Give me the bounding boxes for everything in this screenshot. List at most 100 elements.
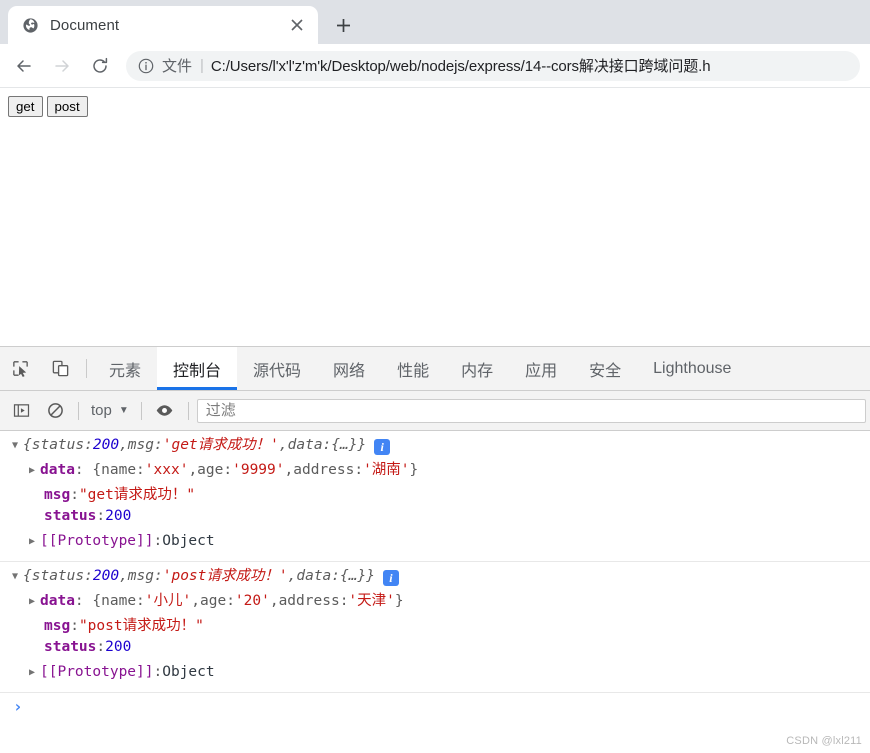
console-token: "post请求成功！" bbox=[78, 618, 204, 634]
filter-input[interactable] bbox=[196, 398, 866, 423]
console-object-header[interactable]: {status: 200, msg: 'get请求成功！', data: {…}… bbox=[0, 433, 870, 458]
browser-tab[interactable]: Document bbox=[8, 6, 318, 44]
url-separator: | bbox=[200, 57, 204, 74]
console-token: : bbox=[154, 437, 163, 453]
tab-elements[interactable]: 元素 bbox=[93, 347, 157, 390]
console-token: '小儿' bbox=[144, 593, 192, 609]
console-token: : bbox=[331, 568, 341, 584]
console-token: : bbox=[223, 462, 233, 478]
url-text: C:/Users/l'x'l'z'm'k/Desktop/web/nodejs/… bbox=[210, 58, 711, 75]
console-property-row[interactable]: [[Prototype]]: Object bbox=[0, 664, 870, 689]
disclosure-triangle-open-icon[interactable] bbox=[12, 441, 23, 451]
address-bar[interactable]: 文件 | C:/Users/l'x'l'z'm'k/Desktop/web/no… bbox=[126, 50, 860, 81]
page-viewport: get post bbox=[0, 88, 870, 346]
reload-button[interactable] bbox=[84, 50, 116, 82]
forward-button[interactable] bbox=[46, 50, 78, 82]
console-token: : bbox=[226, 593, 235, 609]
live-expression-icon[interactable] bbox=[148, 397, 182, 425]
console-token: , bbox=[278, 437, 288, 453]
tab-console[interactable]: 控制台 bbox=[157, 347, 238, 390]
disclosure-triangle-closed-icon[interactable] bbox=[29, 537, 40, 547]
console-property-row[interactable]: status: 200 bbox=[0, 508, 870, 533]
console-token: 200 bbox=[92, 437, 120, 453]
new-tab-button[interactable] bbox=[326, 8, 360, 42]
console-property-row[interactable]: status: 200 bbox=[0, 639, 870, 664]
console-output[interactable]: { status: 200, msg: 'get请求成功！', data: {…}… bbox=[0, 431, 870, 753]
context-label: top bbox=[91, 402, 112, 419]
disclosure-triangle-open-icon[interactable] bbox=[12, 572, 23, 582]
console-token: '20' bbox=[234, 593, 270, 609]
globe-icon bbox=[23, 17, 38, 33]
console-token: msg bbox=[127, 437, 154, 453]
console-token: [[Prototype]] bbox=[40, 664, 154, 680]
console-token: : bbox=[154, 568, 163, 584]
toolbar-divider bbox=[78, 401, 79, 420]
chevron-down-icon: ▼ bbox=[118, 405, 129, 416]
console-token: '天津' bbox=[348, 593, 395, 609]
console-token: status bbox=[31, 437, 85, 453]
console-token: : bbox=[136, 462, 145, 478]
console-token: } bbox=[394, 593, 404, 609]
console-token: : bbox=[339, 593, 349, 609]
console-token: { bbox=[23, 568, 32, 584]
console-token: status bbox=[44, 508, 97, 524]
console-message[interactable]: {status: 200, msg: 'post请求成功！', data: {…… bbox=[0, 562, 870, 693]
close-icon[interactable] bbox=[286, 14, 308, 36]
console-token: {…}} bbox=[331, 437, 367, 453]
device-toolbar-icon[interactable] bbox=[40, 347, 80, 390]
console-property-row[interactable]: data: {name: '小儿', age: '20', address: '… bbox=[0, 589, 870, 614]
disclosure-triangle-closed-icon[interactable] bbox=[29, 668, 40, 678]
console-token: {…}} bbox=[340, 568, 375, 584]
console-prompt[interactable]: › bbox=[0, 693, 870, 719]
console-token: , bbox=[119, 568, 128, 584]
toolbar-divider bbox=[140, 401, 142, 420]
get-button[interactable]: get bbox=[8, 96, 43, 117]
console-property-row[interactable]: msg: "post请求成功！" bbox=[0, 614, 870, 639]
console-token: status bbox=[44, 639, 97, 655]
console-token: address bbox=[278, 593, 340, 609]
console-message[interactable]: {status: 200, msg: 'get请求成功！', data: {…}… bbox=[0, 431, 870, 562]
console-token: msg bbox=[44, 487, 71, 503]
arrow-left-icon bbox=[17, 59, 31, 72]
info-circle-icon[interactable] bbox=[138, 58, 154, 74]
console-token: : bbox=[136, 593, 145, 609]
post-button[interactable]: post bbox=[46, 96, 88, 117]
console-token: 200 bbox=[105, 508, 132, 524]
console-token: "get请求成功！" bbox=[78, 487, 196, 503]
console-token: : { bbox=[74, 593, 102, 609]
console-object-header[interactable]: {status: 200, msg: 'post请求成功！', data: {…… bbox=[0, 564, 870, 589]
console-token: , bbox=[287, 568, 297, 584]
tab-memory[interactable]: 内存 bbox=[445, 347, 509, 390]
info-badge-icon[interactable]: i bbox=[382, 570, 399, 586]
toolbar-divider bbox=[187, 401, 189, 420]
tab-sources[interactable]: 源代码 bbox=[237, 347, 317, 390]
console-token: 200 bbox=[105, 639, 132, 655]
execution-context-selector[interactable]: top ▼ bbox=[85, 402, 135, 419]
disclosure-triangle-closed-icon[interactable] bbox=[29, 466, 40, 476]
reload-icon bbox=[93, 57, 108, 73]
inspect-element-icon[interactable] bbox=[0, 347, 40, 390]
tab-network[interactable]: 网络 bbox=[317, 347, 381, 390]
console-token: data bbox=[40, 462, 75, 478]
console-token: 'get请求成功！' bbox=[162, 437, 279, 453]
console-token: data bbox=[296, 568, 332, 584]
console-property-row[interactable]: [[Prototype]]: Object bbox=[0, 533, 870, 558]
console-property-row[interactable]: msg: "get请求成功！" bbox=[0, 483, 870, 508]
clear-console-icon[interactable] bbox=[38, 397, 72, 425]
tab-performance[interactable]: 性能 bbox=[381, 347, 445, 390]
console-token: , bbox=[188, 462, 198, 478]
console-property-row[interactable]: data: {name: 'xxx', age: '9999', address… bbox=[0, 458, 870, 483]
back-button[interactable] bbox=[8, 50, 40, 82]
console-token: : bbox=[84, 437, 93, 453]
info-badge-icon[interactable]: i bbox=[374, 439, 391, 455]
console-token: : { bbox=[74, 462, 102, 478]
console-token: : bbox=[96, 639, 106, 655]
tab-application[interactable]: 应用 bbox=[509, 347, 573, 390]
console-sidebar-icon[interactable] bbox=[4, 397, 38, 425]
tab-security[interactable]: 安全 bbox=[573, 347, 637, 390]
prompt-caret-icon: › bbox=[13, 696, 23, 716]
disclosure-triangle-closed-icon[interactable] bbox=[29, 597, 40, 607]
console-token: '9999' bbox=[232, 462, 285, 478]
tab-lighthouse[interactable]: Lighthouse bbox=[637, 347, 747, 390]
console-token: : bbox=[322, 437, 332, 453]
